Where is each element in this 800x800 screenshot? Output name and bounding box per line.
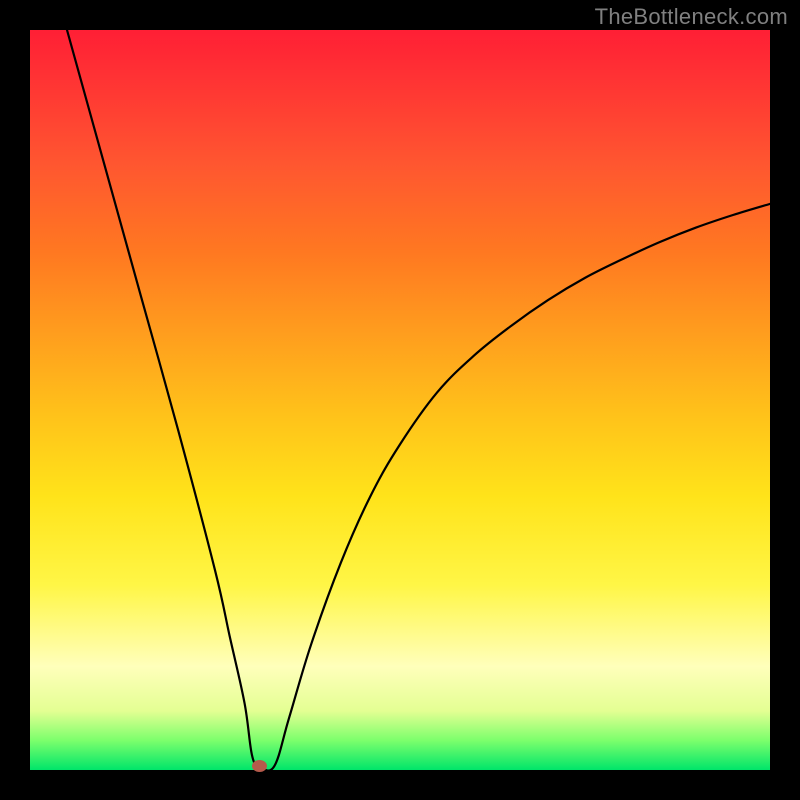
chart-frame: TheBottleneck.com (0, 0, 800, 800)
watermark-text: TheBottleneck.com (595, 4, 788, 30)
bottleneck-curve (30, 30, 770, 770)
optimal-point-marker (252, 760, 267, 772)
